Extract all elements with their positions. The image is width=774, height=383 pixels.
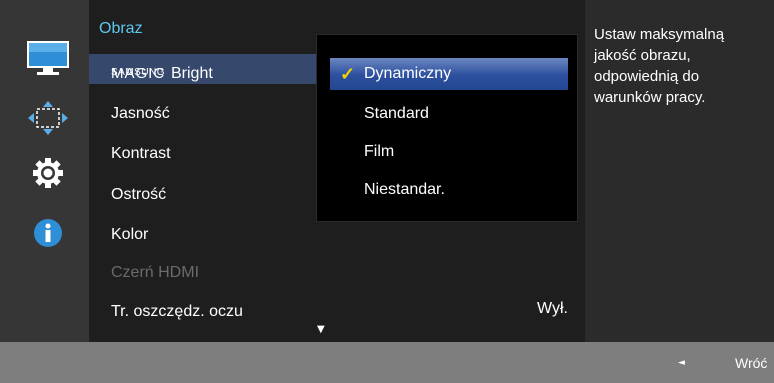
description-line: Ustaw maksymalną: [594, 26, 725, 43]
back-arrow-icon[interactable]: ◄: [678, 358, 685, 368]
sidebar-item-position[interactable]: [24, 98, 72, 138]
monitor-icon: [26, 40, 70, 76]
submenu-option-standard[interactable]: Standard: [330, 98, 568, 130]
submenu-option-dynamic[interactable]: ✓ Dynamiczny: [330, 58, 568, 90]
arrows-icon: [26, 100, 70, 136]
gear-icon: [30, 155, 66, 191]
footer-bar: ◄ Wróć: [0, 342, 774, 383]
submenu-option-label: Dynamiczny: [364, 65, 452, 82]
menu-item-sharpness[interactable]: Ostrość: [89, 180, 317, 210]
monitor-osd: Obraz SAMSUNG MAGIC Bright Jasność Kontr…: [0, 0, 774, 383]
menu-item-magicbright[interactable]: SAMSUNG MAGIC Bright: [89, 54, 317, 84]
menu-item-eye-saver[interactable]: Tr. oszczędz. oczu: [89, 297, 317, 327]
menu-item-color[interactable]: Kolor: [89, 220, 317, 250]
magic-word-text: MAGIC: [111, 65, 166, 82]
sidebar-item-system[interactable]: [24, 153, 72, 193]
description-line: warunków pracy.: [594, 89, 706, 106]
checkmark-icon: ✓: [340, 64, 356, 84]
magicbright-label: SAMSUNG MAGIC Bright: [89, 54, 213, 84]
eye-saver-value: Wył.: [537, 300, 568, 317]
description-line: jakość obrazu,: [594, 47, 691, 64]
sidebar-item-information[interactable]: [24, 213, 72, 253]
info-icon: [32, 217, 64, 249]
menu-item-contrast[interactable]: Kontrast: [89, 139, 317, 169]
submenu-option-movie[interactable]: Film: [330, 136, 568, 168]
scroll-down-icon[interactable]: ▼: [317, 324, 325, 335]
description-text: Ustaw maksymalną jakość obrazu, odpowied…: [594, 24, 772, 108]
menu-item-brightness[interactable]: Jasność: [89, 99, 317, 129]
description-line: odpowiednią do: [594, 68, 700, 85]
magic-bright-text: Bright: [171, 65, 213, 82]
sidebar: [0, 0, 89, 342]
back-button[interactable]: Wróć: [735, 355, 767, 371]
description-panel: Ustaw maksymalną jakość obrazu, odpowied…: [585, 0, 774, 342]
menu-item-hdmi-black-level: Czerń HDMI: [111, 264, 200, 281]
magicbright-submenu: ✓ Dynamiczny Standard Film Niestandar.: [316, 34, 578, 222]
submenu-option-custom[interactable]: Niestandar.: [330, 174, 568, 206]
sidebar-item-picture[interactable]: [24, 38, 72, 78]
menu-title: Obraz: [99, 20, 143, 37]
